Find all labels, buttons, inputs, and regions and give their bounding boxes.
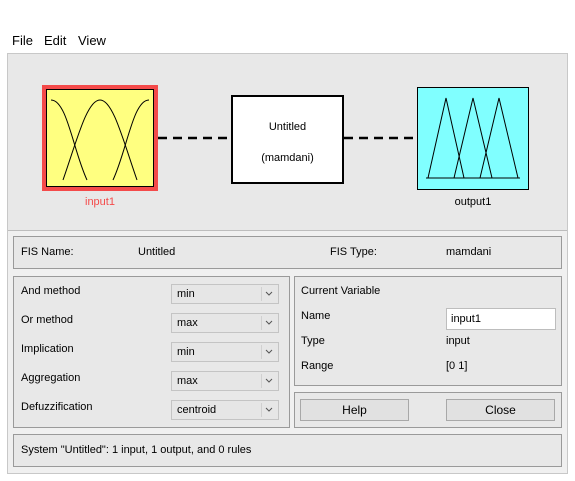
chevron-down-icon bbox=[261, 345, 276, 359]
variable-type-label: Type bbox=[301, 335, 325, 347]
status-text: System "Untitled": 1 input, 1 output, an… bbox=[21, 444, 252, 456]
system-name: Untitled bbox=[268, 121, 307, 133]
chevron-down-icon bbox=[261, 374, 276, 388]
help-button[interactable]: Help bbox=[300, 399, 409, 421]
system-type: (mamdani) bbox=[261, 152, 314, 164]
output-variable-block[interactable] bbox=[417, 87, 529, 190]
output-label: output1 bbox=[454, 196, 492, 208]
system-block[interactable]: Untitled (mamdani) bbox=[231, 95, 344, 184]
close-button[interactable]: Close bbox=[446, 399, 555, 421]
variable-type-value: input bbox=[446, 335, 470, 347]
defuzzification-select[interactable]: centroid bbox=[171, 400, 279, 420]
input-label: input1 bbox=[85, 196, 115, 208]
buttons-frame: Help Close bbox=[294, 392, 562, 428]
defuzzification-label: Defuzzification bbox=[21, 401, 93, 413]
aggregation-select[interactable]: max bbox=[171, 371, 279, 391]
variable-name-input[interactable]: input1 bbox=[446, 308, 556, 330]
aggregation-label: Aggregation bbox=[21, 372, 81, 384]
status-frame: System "Untitled": 1 input, 1 output, an… bbox=[13, 434, 562, 467]
variable-range-label: Range bbox=[301, 360, 334, 372]
fis-name-label: FIS Name: bbox=[21, 246, 74, 258]
implication-label: Implication bbox=[21, 343, 74, 355]
fis-diagram: input1 Untitled (mamdani) output1 bbox=[8, 54, 567, 231]
chevron-down-icon bbox=[261, 316, 276, 330]
defuzzification-value: centroid bbox=[177, 404, 217, 416]
methods-frame: And method min Or method max Implication… bbox=[13, 276, 290, 428]
fis-info-frame: FIS Name: Untitled FIS Type: mamdani bbox=[13, 236, 562, 269]
or-method-select[interactable]: max bbox=[171, 313, 279, 333]
menu-view[interactable]: View bbox=[78, 33, 106, 48]
fis-type-value: mamdani bbox=[446, 246, 492, 258]
chevron-down-icon bbox=[261, 403, 276, 417]
or-method-label: Or method bbox=[21, 314, 73, 326]
current-variable-frame: Current Variable Name input1 Type input … bbox=[294, 276, 562, 386]
variable-name-label: Name bbox=[301, 310, 331, 322]
and-method-label: And method bbox=[21, 285, 81, 297]
current-variable-title: Current Variable bbox=[301, 285, 381, 297]
chevron-down-icon bbox=[261, 287, 276, 301]
aggregation-value: max bbox=[177, 375, 198, 387]
input-variable-block[interactable] bbox=[42, 85, 158, 191]
and-method-value: min bbox=[177, 288, 195, 300]
variable-range-value: [0 1] bbox=[446, 360, 468, 372]
output-membership-icon bbox=[426, 97, 520, 179]
variable-name-value: input1 bbox=[451, 313, 481, 325]
menu-edit[interactable]: Edit bbox=[44, 33, 66, 48]
fis-type-label: FIS Type: bbox=[330, 246, 377, 258]
menu-file[interactable]: File bbox=[12, 33, 33, 48]
fis-name-value: Untitled bbox=[138, 246, 176, 258]
implication-value: min bbox=[177, 346, 195, 358]
and-method-select[interactable]: min bbox=[171, 284, 279, 304]
menu-bar: File Edit View bbox=[0, 30, 575, 50]
implication-select[interactable]: min bbox=[171, 342, 279, 362]
input-membership-icon bbox=[50, 99, 150, 181]
fis-editor-window: input1 Untitled (mamdani) output1 FIS Na… bbox=[7, 53, 568, 474]
or-method-value: max bbox=[177, 317, 198, 329]
